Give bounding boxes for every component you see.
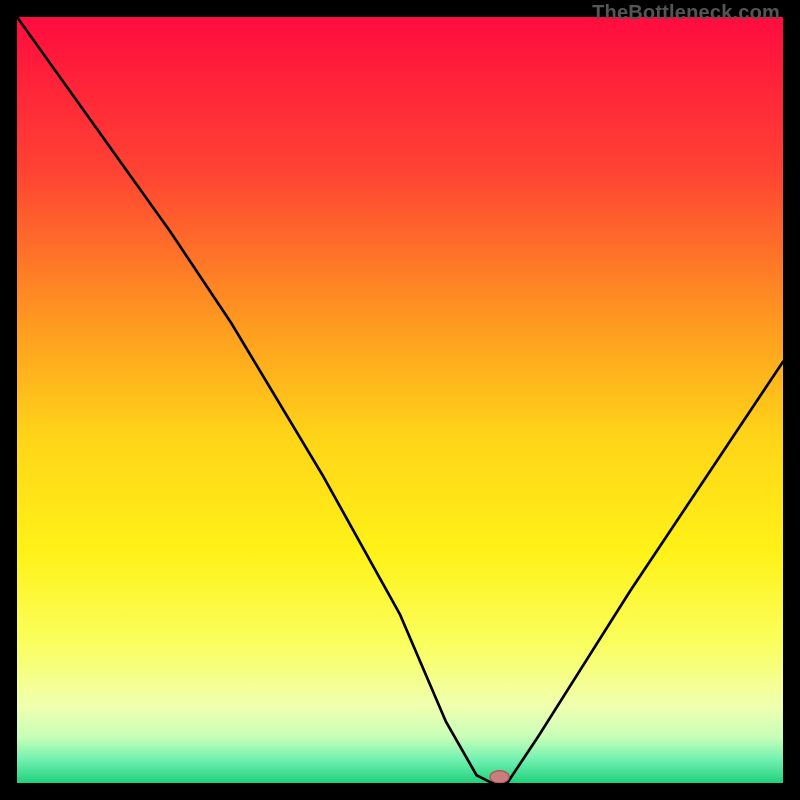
optimum-marker <box>490 771 509 783</box>
bottleneck-curve <box>17 17 783 783</box>
plot-area <box>17 17 783 783</box>
chart-frame: TheBottleneck.com <box>0 0 800 800</box>
watermark-text: TheBottleneck.com <box>592 2 780 25</box>
